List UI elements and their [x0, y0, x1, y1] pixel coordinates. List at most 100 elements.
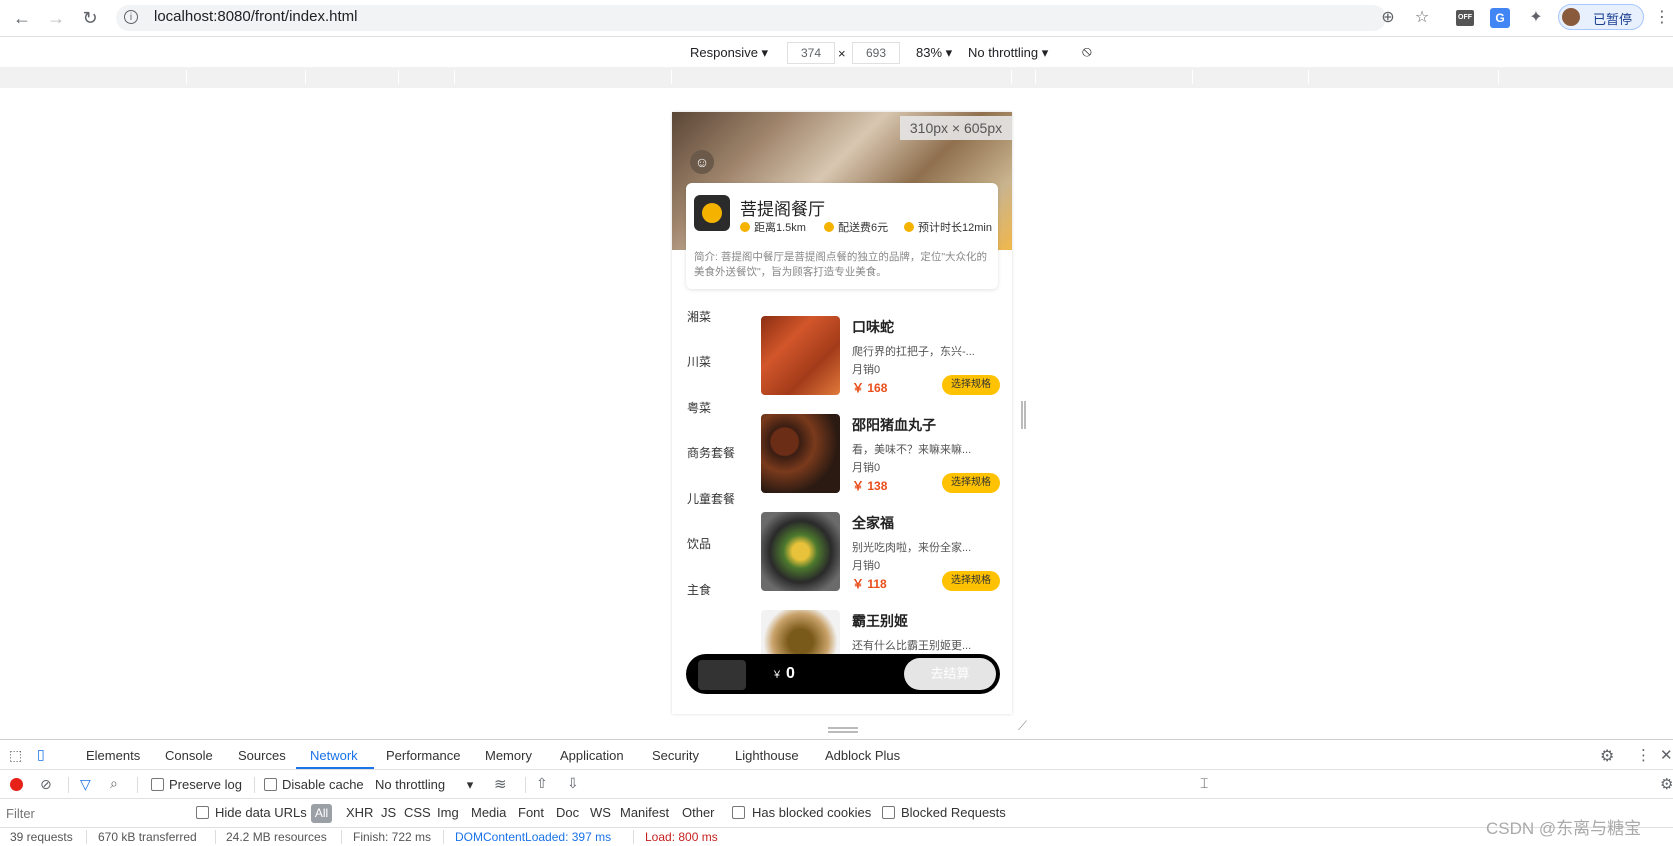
category-item[interactable]: 主食 [687, 581, 711, 598]
cart-total: ￥ 0 [772, 665, 795, 682]
dish-image[interactable] [761, 414, 840, 493]
menu-kebab-icon[interactable]: ⋮ [1652, 8, 1672, 28]
category-item[interactable]: 粤菜 [687, 399, 711, 416]
rotate-icon[interactable]: ⦸ [1082, 43, 1092, 60]
tab-network[interactable]: Network [310, 748, 358, 763]
filter-type-img[interactable]: Img [437, 805, 459, 820]
tab-security[interactable]: Security [652, 748, 699, 763]
filter-funnel-icon[interactable]: ▽ [80, 776, 91, 793]
width-input[interactable]: 374 [787, 42, 835, 64]
site-info-icon[interactable]: i [124, 10, 138, 24]
record-icon[interactable] [10, 778, 23, 791]
media-query-ruler[interactable] [0, 67, 1673, 89]
tab-console[interactable]: Console [165, 748, 213, 763]
category-item[interactable]: 湘菜 [687, 308, 711, 325]
cart-icon[interactable] [698, 660, 746, 690]
dish-description: 爬行界的扛把子，东兴-... [852, 346, 975, 358]
download-icon[interactable]: ⇩ [567, 775, 579, 792]
category-item[interactable]: 饮品 [687, 535, 711, 552]
forward-arrow-icon[interactable]: → [46, 8, 66, 28]
checkout-button[interactable]: 去结算 [904, 658, 996, 690]
height-resize-handle[interactable] [828, 727, 858, 733]
throttle-select[interactable]: No throttling ▾ [968, 45, 1048, 61]
filter-type-css[interactable]: CSS [404, 805, 431, 820]
upload-icon[interactable]: ⇧ [536, 775, 548, 792]
dish-price: ￥ 118 [852, 577, 887, 591]
search-icon[interactable]: ⌕ [110, 775, 118, 792]
clear-icon[interactable]: ⊘ [40, 776, 52, 793]
dish-image[interactable] [761, 512, 840, 591]
avatar [1562, 8, 1580, 26]
dish-name: 全家福 [852, 515, 894, 531]
tab-application[interactable]: Application [560, 748, 624, 763]
filter-type-xhr[interactable]: XHR [346, 805, 373, 820]
select-spec-button[interactable]: 选择规格 [942, 375, 1000, 395]
tab-sources[interactable]: Sources [238, 748, 286, 763]
shop-logo [694, 195, 730, 231]
tab-adblock-plus[interactable]: Adblock Plus [825, 748, 900, 763]
corner-resize-icon[interactable]: ⟋ [1018, 718, 1027, 734]
network-throttle-select[interactable]: No throttling ▾ [375, 777, 473, 793]
disable-cache-checkbox[interactable] [264, 778, 277, 791]
extension-off-icon[interactable]: OFF [1456, 10, 1474, 26]
wifi-icon[interactable]: ≋ [494, 775, 507, 793]
has-blocked-cookies-checkbox[interactable] [732, 806, 745, 819]
bookmark-star-icon[interactable]: ☆ [1412, 8, 1432, 28]
shop-card: 菩提阁餐厅 距离1.5km 配送费6元 预计时长12min 简介: 菩提阁中餐厅… [686, 183, 998, 289]
filter-type-doc[interactable]: Doc [556, 805, 579, 820]
network-settings-gear-icon[interactable]: ⚙ [1660, 775, 1673, 793]
extensions-puzzle-icon[interactable]: ✦ [1526, 8, 1546, 28]
dish-image[interactable] [761, 316, 840, 395]
browser-toolbar: ← → ↻ i localhost:8080/front/index.html … [0, 0, 1673, 36]
preserve-log-checkbox[interactable] [151, 778, 164, 791]
height-input[interactable]: 693 [852, 42, 900, 64]
devtools-menu-icon[interactable]: ⋮ [1636, 746, 1651, 764]
category-item[interactable]: 商务套餐 [687, 444, 735, 461]
filter-type-media[interactable]: Media [471, 805, 506, 820]
settings-gear-icon[interactable]: ⚙ [1600, 746, 1614, 766]
filter-type-js[interactable]: JS [381, 805, 396, 820]
dish-sales: 月销0 [852, 462, 881, 474]
close-icon[interactable]: ✕ [1660, 746, 1673, 764]
reload-icon[interactable]: ↻ [80, 8, 100, 28]
tab-performance[interactable]: Performance [386, 748, 460, 763]
category-item[interactable]: 川菜 [687, 353, 711, 370]
inspect-element-icon[interactable]: ⬚ [9, 747, 22, 764]
tab-elements[interactable]: Elements [86, 748, 140, 763]
zoom-select[interactable]: 83% ▾ [916, 45, 952, 61]
size-tag: 310px × 605px [900, 116, 1012, 140]
url-text[interactable]: localhost:8080/front/index.html [154, 8, 357, 25]
dish-description: 别光吃肉啦，来份全家... [852, 542, 972, 554]
zoom-icon[interactable]: ⊕ [1378, 8, 1398, 28]
devtools-tabbar: ⬚ ▯ Elements Console Sources Network Per… [0, 739, 1673, 770]
dish-name: 口味蛇 [852, 319, 894, 335]
back-arrow-icon[interactable]: ← [12, 8, 32, 28]
tab-memory[interactable]: Memory [485, 748, 532, 763]
status-load: Load: 800 ms [645, 830, 718, 844]
hide-data-urls-checkbox[interactable] [196, 806, 209, 819]
dish-price: ￥ 168 [852, 381, 888, 395]
tab-lighthouse[interactable]: Lighthouse [735, 748, 799, 763]
width-resize-handle[interactable] [1021, 401, 1026, 429]
blocked-requests-label: Blocked Requests [901, 805, 1006, 820]
dish-description: 看，美味不？来嘛来嘛... [852, 444, 972, 456]
filter-type-all[interactable]: All [311, 804, 332, 823]
network-toolbar: ⊘ ▽ ⌕ Preserve log Disable cache No thro… [0, 769, 1673, 799]
blocked-requests-checkbox[interactable] [882, 806, 895, 819]
filter-type-font[interactable]: Font [518, 805, 544, 820]
dish-name: 邵阳猪血丸子 [852, 417, 936, 433]
device-select[interactable]: Responsive ▾ [690, 45, 768, 61]
cart-bar[interactable]: ￥ 0 去结算 [686, 654, 1000, 694]
google-translate-icon[interactable]: G [1490, 8, 1510, 28]
category-item[interactable]: 儿童套餐 [687, 490, 735, 507]
filter-input[interactable]: Filter [6, 806, 35, 821]
filter-type-ws[interactable]: WS [590, 805, 611, 820]
user-icon[interactable]: ☺ [690, 150, 714, 174]
select-spec-button[interactable]: 选择规格 [942, 473, 1000, 493]
profile-button[interactable]: 已暂停 [1558, 4, 1644, 30]
filter-type-manifest[interactable]: Manifest [620, 805, 669, 820]
device-toggle-icon[interactable]: ▯ [37, 746, 45, 763]
select-spec-button[interactable]: 选择规格 [942, 571, 1000, 591]
watermark: CSDN @东离与糖宝 [1486, 819, 1642, 838]
filter-type-other[interactable]: Other [682, 805, 715, 820]
